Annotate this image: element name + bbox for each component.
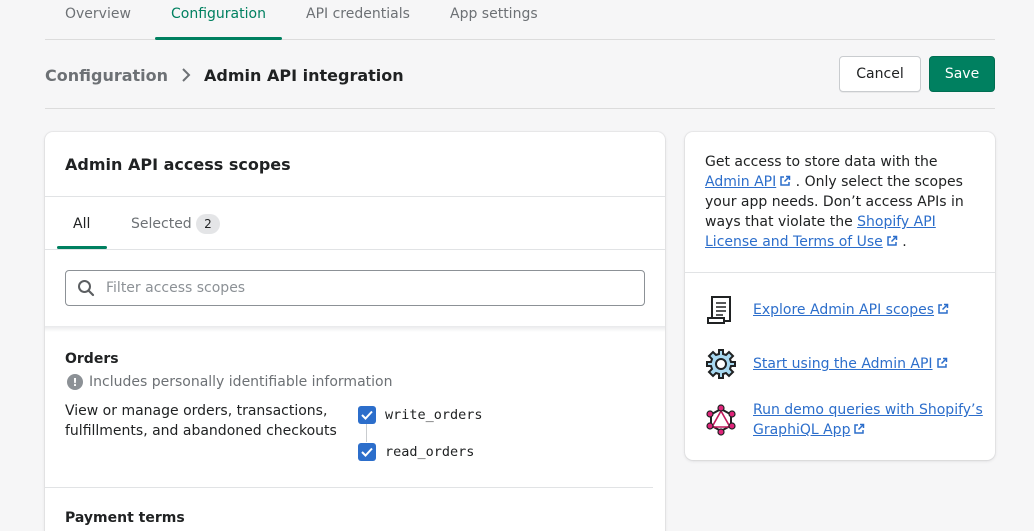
resource-start-using[interactable]: Start using the Admin API bbox=[705, 348, 948, 380]
graphql-icon bbox=[706, 404, 736, 436]
chevron-right-icon bbox=[168, 65, 204, 85]
breadcrumb-parent-link[interactable]: Configuration bbox=[45, 66, 168, 85]
scope-connector-line bbox=[366, 424, 367, 442]
save-button[interactable]: Save bbox=[929, 56, 995, 92]
scope-row-read-orders[interactable]: read_orders bbox=[358, 443, 474, 461]
divider bbox=[45, 487, 653, 488]
info-card: Get access to store data with the Admin … bbox=[685, 132, 995, 460]
selected-count-badge: 2 bbox=[196, 214, 220, 234]
external-link-icon bbox=[938, 303, 949, 314]
active-tab-indicator bbox=[155, 37, 282, 40]
resource-explore-scopes[interactable]: Explore Admin API scopes bbox=[705, 294, 949, 326]
filter-scopes-input[interactable] bbox=[106, 280, 626, 296]
tab-overview[interactable]: Overview bbox=[65, 6, 131, 22]
filter-field[interactable] bbox=[65, 270, 645, 306]
access-scopes-card: Admin API access scopes All Selected 2 O… bbox=[45, 132, 665, 531]
resource-label: Start using the Admin API bbox=[753, 356, 933, 372]
external-link-icon bbox=[887, 235, 898, 246]
scroll-shadow bbox=[45, 326, 665, 332]
read-orders-checkbox[interactable] bbox=[358, 443, 376, 461]
write-orders-checkbox[interactable] bbox=[358, 406, 376, 424]
start-using-link[interactable]: Start using the Admin API bbox=[753, 354, 948, 374]
scope-row-write-orders[interactable]: write_orders bbox=[358, 406, 483, 424]
card-title: Admin API access scopes bbox=[65, 155, 291, 174]
search-icon bbox=[66, 279, 106, 297]
pii-notice: ! Includes personally identifiable infor… bbox=[67, 374, 392, 390]
resource-label: Explore Admin API scopes bbox=[753, 302, 935, 318]
header-divider bbox=[45, 108, 995, 109]
scope-tab-selected[interactable]: Selected bbox=[131, 216, 192, 232]
pii-notice-text: Includes personally identifiable informa… bbox=[89, 374, 393, 390]
divider bbox=[45, 249, 665, 250]
section-title-payment-terms: Payment terms bbox=[65, 510, 185, 526]
gear-icon bbox=[706, 349, 736, 379]
graphiql-link[interactable]: Run demo queries with Shopify’s GraphiQL… bbox=[753, 400, 995, 440]
cancel-button[interactable]: Cancel bbox=[839, 56, 921, 92]
section-description: View or manage orders, transactions, ful… bbox=[65, 403, 337, 439]
resource-label: Run demo queries with Shopify’s GraphiQL… bbox=[753, 402, 983, 438]
external-link-icon bbox=[780, 175, 791, 186]
tab-api-credentials[interactable]: API credentials bbox=[306, 6, 410, 22]
alert-circle-icon: ! bbox=[67, 374, 83, 390]
breadcrumb: Configuration Admin API integration bbox=[45, 64, 404, 86]
external-link-icon bbox=[854, 423, 865, 434]
scope-name: write_orders bbox=[385, 407, 483, 423]
resource-graphiql[interactable]: Run demo queries with Shopify’s GraphiQL… bbox=[705, 400, 995, 440]
admin-api-link-label: Admin API bbox=[705, 174, 777, 190]
page-title: Admin API integration bbox=[204, 65, 404, 85]
tab-app-settings[interactable]: App settings bbox=[450, 6, 538, 22]
scope-tab-all[interactable]: All bbox=[73, 216, 90, 232]
info-text-1: Get access to store data with the bbox=[705, 154, 938, 170]
divider bbox=[685, 272, 995, 273]
explore-scopes-link[interactable]: Explore Admin API scopes bbox=[753, 300, 949, 320]
top-tabs: Overview Configuration API credentials A… bbox=[45, 0, 995, 40]
divider bbox=[45, 196, 665, 197]
admin-api-link[interactable]: Admin API bbox=[705, 174, 791, 190]
section-title-orders: Orders bbox=[65, 351, 119, 367]
info-text: Get access to store data with the Admin … bbox=[705, 152, 977, 252]
scroll-icon bbox=[707, 296, 731, 324]
info-text-3: . bbox=[902, 234, 907, 250]
scope-name: read_orders bbox=[385, 444, 475, 460]
tab-configuration[interactable]: Configuration bbox=[171, 6, 266, 22]
external-link-icon bbox=[936, 357, 947, 368]
